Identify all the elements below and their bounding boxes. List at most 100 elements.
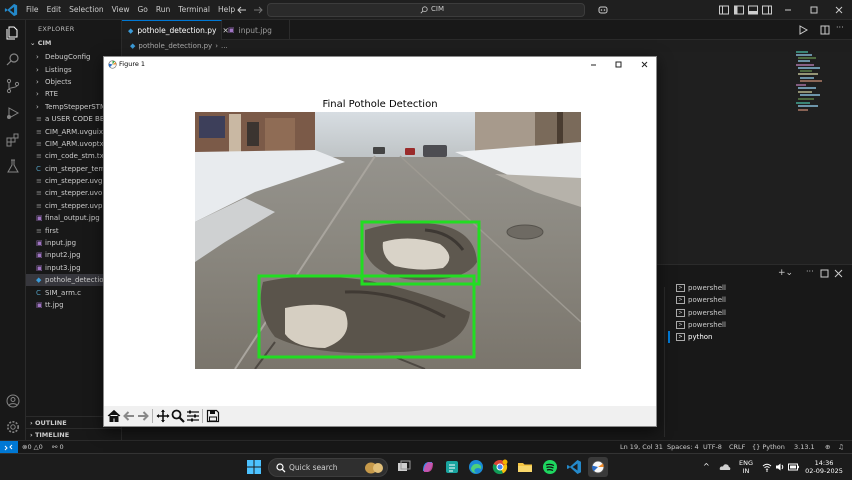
terminal-list-item[interactable]: > powershell — [672, 307, 752, 319]
menu-run[interactable]: Run — [152, 0, 174, 20]
clock[interactable]: 14:36 02-09-2025 — [804, 459, 844, 475]
source-control-icon[interactable] — [5, 78, 21, 94]
zoom-magnifier-icon[interactable] — [171, 409, 185, 423]
close-window-icon[interactable] — [831, 2, 847, 18]
search-icon[interactable] — [5, 52, 21, 68]
explorer-root-folder[interactable]: ⌄ CIM — [30, 39, 51, 47]
timeline-section[interactable]: › TIMELINE — [26, 428, 121, 440]
restore-icon[interactable] — [806, 2, 822, 18]
breadcrumb-more[interactable]: ... — [221, 42, 228, 50]
windows-start-icon[interactable] — [246, 459, 262, 475]
file-explorer-icon[interactable] — [517, 459, 533, 475]
terminal-list-item[interactable]: > powershell — [672, 282, 752, 294]
problems-indicator[interactable]: ⊗0 △0 — [22, 443, 43, 451]
minimap[interactable] — [794, 50, 828, 120]
notes-app-icon[interactable] — [444, 459, 460, 475]
activity-bar — [0, 20, 26, 440]
new-terminal-icon[interactable]: +⌄ — [778, 268, 793, 278]
explorer-files-icon[interactable] — [5, 25, 21, 41]
back-arrow-icon[interactable] — [236, 4, 248, 16]
menu-edit[interactable]: Edit — [43, 0, 66, 20]
back-arrow-icon[interactable] — [122, 409, 136, 423]
volume-icon[interactable] — [775, 462, 785, 472]
close-panel-icon[interactable] — [834, 269, 843, 278]
configure-subplots-icon[interactable] — [186, 409, 200, 423]
maximize-panel-icon[interactable] — [820, 269, 829, 278]
outline-label: OUTLINE — [34, 419, 67, 427]
tree-item-label: cim_stepper_temp — [45, 164, 110, 173]
menu-file[interactable]: File — [22, 0, 43, 20]
run-python-file-icon[interactable] — [798, 25, 808, 35]
more-actions-icon[interactable]: ··· — [836, 23, 844, 32]
vscode-app-icon[interactable] — [566, 459, 582, 475]
edge-browser-icon[interactable] — [468, 459, 484, 475]
encoding[interactable]: UTF-8 — [703, 443, 722, 451]
task-view-icon[interactable] — [396, 459, 412, 475]
split-editor-icon[interactable] — [820, 25, 830, 35]
terminal-icon: > — [676, 308, 685, 317]
figure-window-title: Figure 1 — [119, 60, 146, 68]
tree-item-label: TempStepperSTM — [45, 102, 106, 111]
minimize-icon[interactable] — [780, 2, 796, 18]
save-floppy-icon[interactable] — [206, 409, 220, 423]
accounts-icon[interactable] — [5, 393, 21, 409]
copilot-icon[interactable] — [597, 4, 609, 16]
onedrive-cloud-icon[interactable] — [719, 462, 731, 472]
pan-move-icon[interactable] — [156, 409, 170, 423]
command-center-text: CIM — [431, 5, 444, 13]
ports-indicator[interactable]: ⚯ 0 — [52, 443, 64, 451]
forward-arrow-icon[interactable] — [252, 4, 264, 16]
terminal-list-item[interactable]: > powershell — [672, 319, 752, 331]
copilot-status-icon[interactable]: ⊕ — [825, 443, 830, 451]
figure-minimize-icon[interactable] — [588, 59, 599, 70]
vscode-logo-icon — [4, 3, 18, 17]
matplotlib-figure-window: Figure 1 Final Pothole Detection — [103, 56, 657, 427]
active-terminal-marker — [668, 331, 670, 343]
notifications-bell-icon[interactable]: ♫ — [838, 443, 844, 451]
battery-icon[interactable] — [788, 462, 800, 472]
figure-maximize-icon[interactable] — [613, 59, 624, 70]
figure-close-icon[interactable] — [639, 59, 650, 70]
spotify-icon[interactable] — [542, 459, 558, 475]
tray-overflow-chevron-icon[interactable]: ^ — [703, 462, 710, 471]
tab-pothole-detection[interactable]: ◆ pothole_detection.py ✕ — [122, 20, 229, 40]
toggle-panel-icon[interactable] — [747, 4, 759, 16]
more-actions-icon[interactable]: ··· — [806, 267, 814, 276]
forward-arrow-icon[interactable] — [136, 409, 150, 423]
matplotlib-app-active[interactable] — [588, 457, 608, 477]
image-file-icon: ▣ — [36, 214, 43, 223]
python-version[interactable]: 3.13.1 — [794, 443, 815, 451]
input-language[interactable]: ENG IN — [736, 459, 756, 475]
chrome-browser-icon[interactable] — [492, 459, 508, 475]
taskbar-search[interactable]: Quick search — [268, 458, 388, 477]
cursor-position[interactable]: Ln 19, Col 31 — [620, 443, 663, 451]
toggle-secondary-sidebar-icon[interactable] — [761, 4, 773, 16]
layout-toggle-icon[interactable] — [718, 4, 730, 16]
run-debug-icon[interactable] — [5, 105, 21, 121]
testing-flask-icon[interactable] — [5, 158, 21, 174]
manage-gear-icon[interactable] — [5, 419, 21, 435]
tab-input-jpg[interactable]: ▣ input.jpg — [222, 20, 290, 40]
extensions-icon[interactable] — [5, 132, 21, 148]
command-center[interactable]: CIM — [267, 3, 585, 17]
language-mode[interactable]: {} Python — [752, 443, 785, 451]
breadcrumb-file[interactable]: pothole_detection.py — [138, 42, 212, 50]
image-file-icon: ▣ — [36, 301, 43, 309]
menu-selection[interactable]: Selection — [65, 0, 108, 20]
end-of-line[interactable]: CRLF — [729, 443, 745, 451]
menu-terminal[interactable]: Terminal — [174, 0, 214, 20]
wifi-icon[interactable] — [762, 462, 772, 472]
image-file-icon: ▣ — [36, 239, 43, 248]
menu-go[interactable]: Go — [133, 0, 151, 20]
warning-count: 0 — [38, 443, 43, 451]
indentation[interactable]: Spaces: 4 — [667, 443, 699, 451]
home-icon[interactable] — [107, 409, 121, 423]
terminal-list-item[interactable]: > powershell — [672, 294, 752, 306]
copilot-app-icon[interactable] — [420, 459, 436, 475]
terminal-list-item[interactable]: > python — [672, 331, 752, 343]
figure-title-bar: Figure 1 — [104, 57, 656, 72]
breadcrumb-separator: › — [215, 42, 219, 50]
toggle-sidebar-icon[interactable] — [733, 4, 745, 16]
menu-view[interactable]: View — [108, 0, 134, 20]
editor-tab-bar: ◆ pothole_detection.py ✕ ▣ input.jpg ··· — [122, 20, 852, 40]
